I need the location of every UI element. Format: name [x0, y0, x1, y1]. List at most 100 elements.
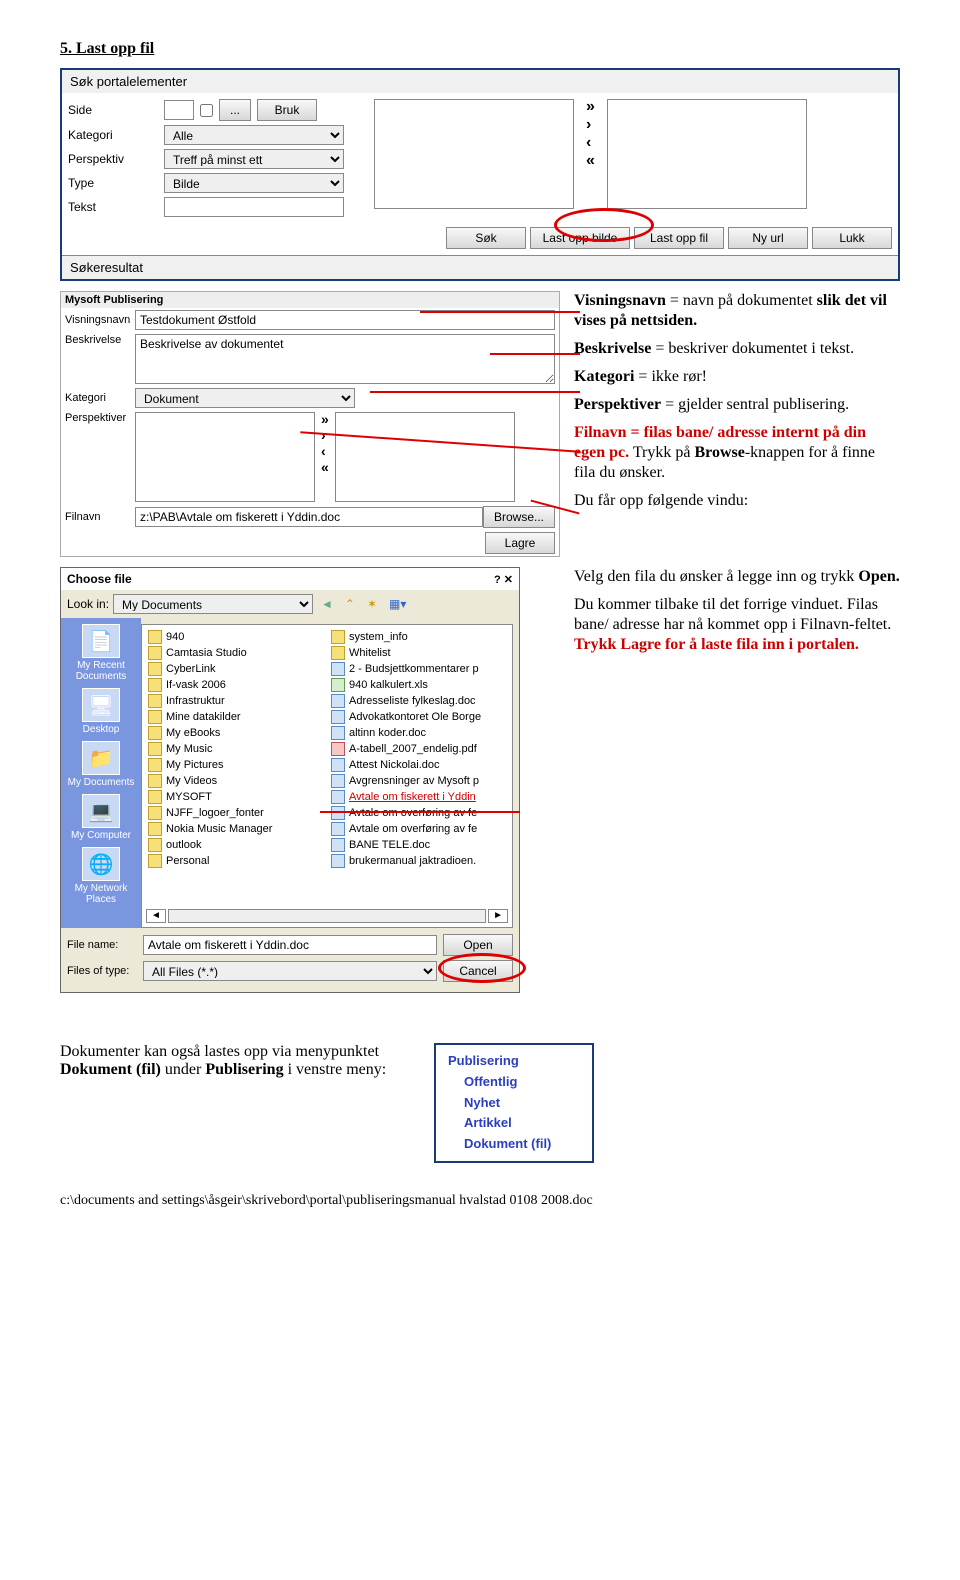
file-item[interactable]: A-tabell_2007_endelig.pdf — [331, 741, 506, 757]
file-item[interactable]: 2 - Budsjettkommentarer p — [331, 661, 506, 677]
file-label: Avgrensninger av Mysoft p — [349, 775, 479, 787]
file-item[interactable]: Personal — [148, 853, 323, 869]
file-item[interactable]: 940 — [148, 629, 323, 645]
file-label: NJFF_logoer_fonter — [166, 807, 264, 819]
file-item[interactable]: My eBooks — [148, 725, 323, 741]
browse-button[interactable]: Browse... — [483, 506, 555, 528]
filnavn-input[interactable] — [135, 507, 483, 527]
file-item[interactable]: outlook — [148, 837, 323, 853]
ny-url-button[interactable]: Ny url — [728, 227, 808, 249]
menu-item[interactable]: Dokument (fil) — [448, 1134, 580, 1155]
file-icon — [331, 790, 345, 804]
side-checkbox[interactable] — [200, 104, 213, 117]
file-icon — [331, 774, 345, 788]
nav-up-icon[interactable]: ⌃ — [341, 597, 359, 611]
file-item[interactable]: Infrastruktur — [148, 693, 323, 709]
file-item[interactable]: Avtale om overføring av fe — [331, 821, 506, 837]
file-item[interactable]: Advokatkontoret Ole Borge — [331, 709, 506, 725]
beskrivelse-input[interactable] — [135, 334, 555, 384]
search-list-left[interactable] — [374, 99, 574, 209]
folder-icon — [148, 726, 162, 740]
highlight-last-opp-fil — [554, 208, 654, 242]
file-item[interactable]: MYSOFT — [148, 789, 323, 805]
nav-back-icon[interactable]: ◄ — [317, 597, 337, 611]
perspektiver-right-list[interactable] — [335, 412, 515, 502]
folder-icon — [148, 822, 162, 836]
ellipsis-button[interactable]: ... — [219, 99, 251, 121]
file-item[interactable]: NJFF_logoer_fonter — [148, 805, 323, 821]
highlight-open-button — [438, 953, 526, 983]
view-menu-icon[interactable]: ▦▾ — [385, 597, 410, 611]
file-item[interactable]: My Music — [148, 741, 323, 757]
move-left-icon[interactable]: ‹ — [586, 135, 595, 151]
scroll-left-icon[interactable]: ◄ — [146, 909, 166, 923]
move-all-right-icon[interactable]: » — [586, 99, 595, 115]
folder-icon — [148, 630, 162, 644]
type-select[interactable]: Bilde — [164, 173, 344, 193]
lukk-button[interactable]: Lukk — [812, 227, 892, 249]
help-icon[interactable]: ? — [494, 574, 501, 586]
file-item[interactable]: BANE TELE.doc — [331, 837, 506, 853]
file-item[interactable]: Camtasia Studio — [148, 645, 323, 661]
file-list-pane[interactable]: 940Camtasia StudioCyberLink If-vask 2006 I… — [141, 624, 513, 928]
file-item[interactable]: Whitelist — [331, 645, 506, 661]
red-arrow-line — [420, 311, 580, 313]
place-network[interactable]: 🌐My Network Places — [63, 847, 139, 905]
move-right-icon[interactable]: › — [586, 117, 595, 133]
lagre-button[interactable]: Lagre — [485, 532, 555, 554]
move-all-left-icon[interactable]: « — [586, 153, 595, 169]
menu-item[interactable]: Nyhet — [448, 1093, 580, 1114]
section-heading: 5. Last opp fil — [60, 40, 900, 58]
result-title: Søkeresultat — [62, 255, 898, 279]
kategori2-select[interactable]: Dokument — [135, 388, 355, 408]
file-name-input[interactable] — [143, 935, 437, 955]
file-item[interactable]: If-vask 2006 — [148, 677, 323, 693]
persp-all-left-icon[interactable]: « — [321, 460, 329, 474]
files-type-select[interactable]: All Files (*.*) — [143, 961, 437, 981]
menu-title[interactable]: Publisering — [448, 1051, 580, 1072]
persp-all-right-icon[interactable]: » — [321, 412, 329, 426]
scroll-right-icon[interactable]: ► — [488, 909, 508, 923]
folder-icon — [148, 854, 162, 868]
file-item[interactable]: altinn koder.doc — [331, 725, 506, 741]
file-item[interactable]: 940 kalkulert.xls — [331, 677, 506, 693]
file-item[interactable]: CyberLink — [148, 661, 323, 677]
kategori-select[interactable]: Alle — [164, 125, 344, 145]
lookin-select[interactable]: My Documents — [113, 594, 313, 614]
file-item[interactable]: Adresseliste fylkeslag.doc — [331, 693, 506, 709]
file-item[interactable]: My Videos — [148, 773, 323, 789]
menu-item[interactable]: Artikkel — [448, 1113, 580, 1134]
sok-button[interactable]: Søk — [446, 227, 526, 249]
tekst-input[interactable] — [164, 197, 344, 217]
bruk-button[interactable]: Bruk — [257, 99, 317, 121]
file-item[interactable]: Attest Nickolai.doc — [331, 757, 506, 773]
file-item[interactable]: Avtale om overføring av fe — [331, 805, 506, 821]
file-item[interactable]: brukermanual jaktradioen. — [331, 853, 506, 869]
search-list-right[interactable] — [607, 99, 807, 209]
place-desktop[interactable]: 🖥Desktop — [82, 688, 120, 735]
menu-item[interactable]: Offentlig — [448, 1072, 580, 1093]
perspektiv-select[interactable]: Treff på minst ett — [164, 149, 344, 169]
place-recent[interactable]: 📄My Recent Documents — [63, 624, 139, 682]
place-mydocs[interactable]: 📁My Documents — [68, 741, 135, 788]
folder-icon — [148, 838, 162, 852]
folder-icon — [148, 790, 162, 804]
new-folder-icon[interactable]: ✶ — [363, 597, 381, 611]
place-mycomputer[interactable]: 💻My Computer — [71, 794, 131, 841]
file-item[interactable]: My Pictures — [148, 757, 323, 773]
folder-icon — [148, 710, 162, 724]
file-item[interactable]: Avgrensninger av Mysoft p — [331, 773, 506, 789]
persp-left-icon[interactable]: ‹ — [321, 444, 329, 458]
visningsnavn-input[interactable] — [135, 310, 555, 330]
file-label: If-vask 2006 — [166, 679, 226, 691]
file-item[interactable]: system_info — [331, 629, 506, 645]
file-item[interactable]: Mine datakilder — [148, 709, 323, 725]
lookin-label: Look in: — [67, 597, 109, 611]
label-side: Side — [68, 103, 158, 117]
perspektiver-left-list[interactable] — [135, 412, 315, 502]
side-input[interactable] — [164, 100, 194, 120]
file-item[interactable]: Nokia Music Manager — [148, 821, 323, 837]
file-item[interactable]: Avtale om fiskerett i Yddin — [331, 789, 506, 805]
file-label: Nokia Music Manager — [166, 823, 272, 835]
close-icon[interactable]: ✕ — [504, 574, 513, 586]
